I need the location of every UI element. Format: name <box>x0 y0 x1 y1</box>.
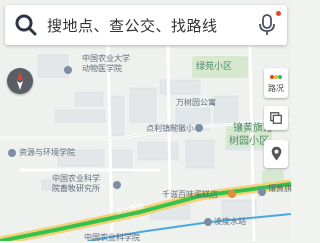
map-label-cau-2[interactable]: 动物医学院 <box>82 64 122 74</box>
layers-icon <box>270 112 282 124</box>
map-label-wanshu[interactable]: 万树园公寓 <box>176 98 216 108</box>
search-icon[interactable] <box>13 12 39 38</box>
map-label-lingdu[interactable]: 凌度水站 <box>214 217 246 227</box>
map-label-luyuan[interactable]: 绿苑小区 <box>196 62 232 72</box>
compass-button[interactable] <box>7 68 33 94</box>
location-pin-icon <box>271 146 281 161</box>
map-label-bottom[interactable]: 中国农业科学院 <box>84 233 140 243</box>
place-poi-icon[interactable] <box>195 124 203 132</box>
search-input[interactable]: 搜地点、查公交、找路线 <box>47 15 218 36</box>
layers-button[interactable] <box>264 106 288 130</box>
map-label-dianli[interactable]: 点利镇畹徽小 <box>146 124 194 134</box>
map-label-caas[interactable]: 中国农业科学 <box>52 174 100 184</box>
map-label-qianzi[interactable]: 千滋百味蛋糕店 <box>162 190 218 200</box>
notification-dot <box>276 11 281 16</box>
search-bar[interactable]: 搜地点、查公交、找路线 <box>5 5 287 45</box>
map-label-xianghuangqi-3[interactable]: 镶黄旗 <box>268 184 292 194</box>
traffic-label: 路况 <box>268 84 284 93</box>
school-poi-icon[interactable] <box>64 66 72 74</box>
map-label-resources[interactable]: 资源与环境学院 <box>19 148 75 158</box>
traffic-button[interactable]: 路况 <box>264 68 288 98</box>
compass-icon <box>17 72 23 90</box>
school-poi-icon-2[interactable] <box>8 149 16 157</box>
traffic-light-icon <box>270 75 282 79</box>
map-label-caas-2[interactable]: 院畜牧研究所 <box>52 184 100 194</box>
cake-shop-poi-icon[interactable] <box>228 190 236 198</box>
water-station-poi-icon[interactable] <box>204 218 212 226</box>
map-label-cau[interactable]: 中国农业大学 <box>82 54 130 64</box>
microphone-icon[interactable] <box>257 13 277 37</box>
research-poi-icon[interactable] <box>113 181 121 189</box>
location-button[interactable] <box>264 140 288 168</box>
residential-poi-icon[interactable] <box>258 188 266 196</box>
map-label-xianghuangqi-2[interactable]: 树园小区 <box>229 137 269 147</box>
